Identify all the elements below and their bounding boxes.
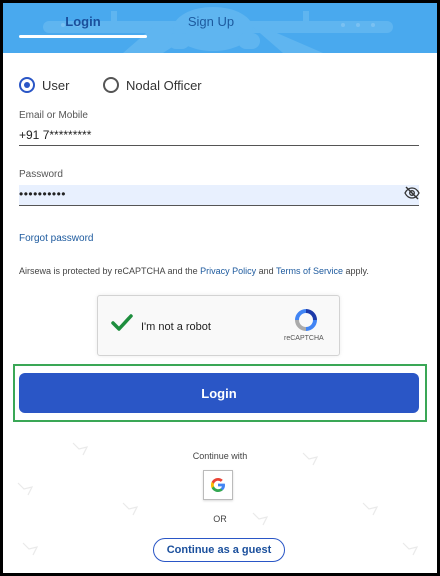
radio-nodal-officer[interactable]: Nodal Officer: [103, 77, 202, 93]
notice-prefix: Airsewa is protected by reCAPTCHA and th…: [19, 266, 201, 276]
tab-login[interactable]: Login: [19, 14, 147, 29]
email-label: Email or Mobile: [19, 110, 88, 121]
eye-slash-icon[interactable]: [404, 185, 420, 201]
recaptcha-widget[interactable]: I'm not a robot reCAPTCHA: [97, 295, 340, 356]
tab-signup[interactable]: Sign Up: [147, 14, 275, 29]
notice-suffix: apply.: [343, 266, 369, 276]
checkmark-icon[interactable]: [110, 311, 134, 335]
recaptcha-notice: Airsewa is protected by reCAPTCHA and th…: [19, 266, 369, 276]
login-button[interactable]: Login: [19, 373, 419, 413]
radio-nodal-officer-circle[interactable]: [103, 77, 119, 93]
recaptcha-brand: reCAPTCHA: [284, 335, 324, 342]
password-field[interactable]: ••••••••••: [19, 187, 66, 201]
email-underline: [19, 145, 419, 146]
continue-with-label: Continue with: [192, 451, 248, 461]
google-icon: [211, 478, 225, 492]
radio-user-label: User: [42, 77, 70, 93]
terms-of-service-link[interactable]: Terms of Service: [276, 266, 343, 276]
password-label: Password: [19, 169, 63, 180]
or-divider: OR: [213, 514, 227, 524]
recaptcha-logo-icon: [295, 309, 317, 331]
privacy-policy-link[interactable]: Privacy Policy: [200, 266, 256, 276]
active-tab-indicator: [19, 35, 147, 38]
notice-and: and: [256, 266, 276, 276]
google-signin-button[interactable]: [203, 470, 233, 500]
forgot-password-link[interactable]: Forgot password: [19, 233, 93, 244]
header-banner: Login Sign Up: [3, 3, 437, 53]
password-underline: [19, 205, 419, 206]
password-field-bg: [19, 185, 419, 205]
recaptcha-label: I'm not a robot: [141, 321, 211, 333]
continue-as-guest-button[interactable]: Continue as a guest: [153, 538, 285, 562]
radio-user-circle[interactable]: [19, 77, 35, 93]
email-field[interactable]: +91 7*********: [19, 128, 91, 142]
radio-nodal-officer-label: Nodal Officer: [126, 77, 202, 93]
login-panel: Login Sign Up User Nodal Officer Email o…: [3, 3, 437, 573]
radio-user[interactable]: User: [19, 77, 69, 93]
